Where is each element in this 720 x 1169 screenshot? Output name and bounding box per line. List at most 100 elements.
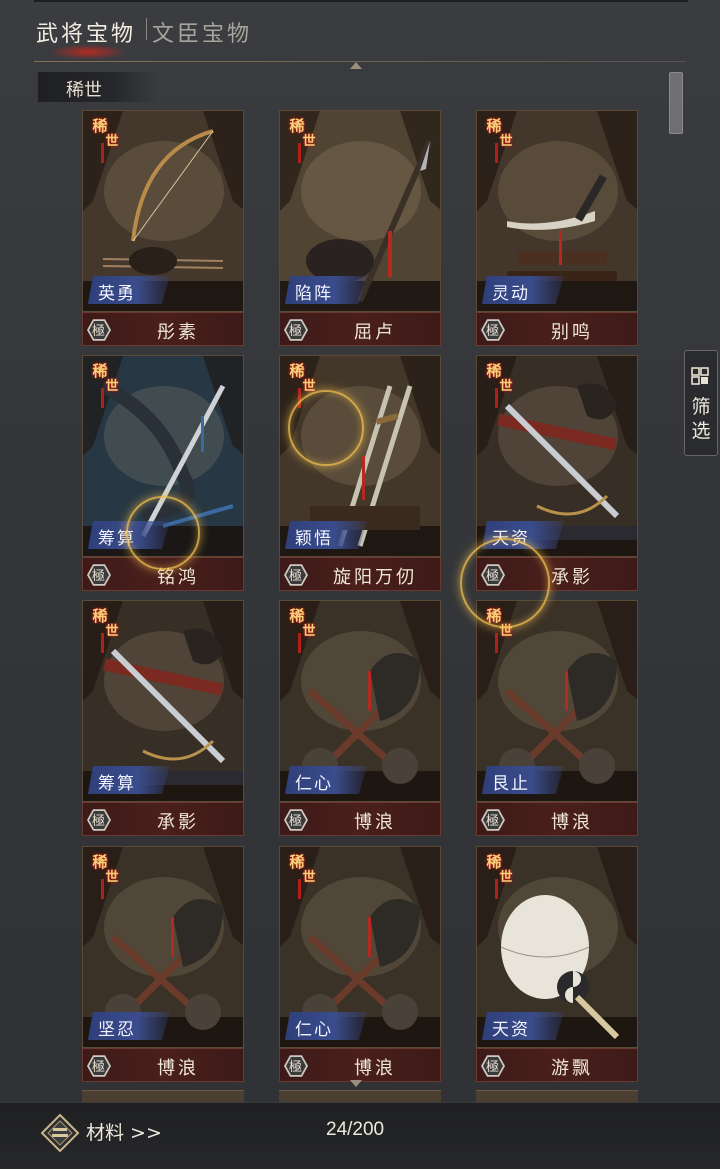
treasure-card[interactable]: 稀世艮止極博浪 xyxy=(476,600,638,836)
name-bar: 極 旋阳万仞 xyxy=(279,557,441,591)
filter-label: 选 xyxy=(691,420,711,442)
tassel-icon xyxy=(298,143,301,163)
grade-badge-icon: 極 xyxy=(87,318,111,342)
tassel-icon xyxy=(495,879,498,899)
trait-tag: 坚忍 xyxy=(88,1012,170,1040)
trait-tag: 筹算 xyxy=(88,766,170,794)
treasure-card[interactable]: 稀世仁心極 博浪 xyxy=(279,600,441,836)
grade-label: 極 xyxy=(486,814,500,829)
grade-label: 極 xyxy=(486,1060,500,1075)
trait-label: 英勇 xyxy=(98,284,136,304)
grade-label: 極 xyxy=(289,324,303,339)
trait-label: 筹算 xyxy=(98,774,136,794)
treasure-name: 铭鸿 xyxy=(157,567,199,588)
name-bar: 極 彤素 xyxy=(82,312,244,346)
glow-ring-icon xyxy=(460,538,550,628)
scrollbar[interactable] xyxy=(669,72,683,134)
scroll-up-caret-icon xyxy=(350,62,362,69)
treasure-name: 博浪 xyxy=(354,812,396,833)
treasure-name: 彤素 xyxy=(157,322,199,343)
grade-label: 極 xyxy=(92,1060,106,1075)
active-tab-indicator xyxy=(48,44,128,60)
trait-tag: 艮止 xyxy=(482,766,564,794)
trait-tag: 陷阵 xyxy=(285,276,367,304)
grade-badge-icon: 極 xyxy=(87,808,111,832)
grade-badge-icon: 極 xyxy=(481,808,505,832)
grade-label: 極 xyxy=(289,569,303,584)
treasure-card[interactable]: 稀世坚忍極 博浪 xyxy=(82,846,244,1082)
name-bar: 極 博浪 xyxy=(279,1048,441,1082)
trait-tag: 仁心 xyxy=(285,1012,367,1040)
glow-ring-icon xyxy=(126,496,200,570)
grade-label: 極 xyxy=(92,324,106,339)
treasure-name: 博浪 xyxy=(354,1058,396,1079)
grade-badge-icon: 極 xyxy=(87,563,111,587)
name-bar: 極 博浪 xyxy=(82,1048,244,1082)
tassel-icon xyxy=(101,143,104,163)
grade-label: 極 xyxy=(92,569,106,584)
treasure-name: 屈卢 xyxy=(354,322,396,343)
treasure-card[interactable]: 稀世仁心極 博浪 xyxy=(279,846,441,1082)
name-bar: 極 游飘 xyxy=(476,1048,638,1082)
rarity-badge: 稀世 xyxy=(282,605,316,653)
tassel-icon xyxy=(101,879,104,899)
treasure-name: 游飘 xyxy=(551,1058,593,1079)
treasure-name: 博浪 xyxy=(551,812,593,833)
name-bar: 極 承影 xyxy=(82,802,244,836)
rarity-badge: 稀世 xyxy=(85,605,119,653)
name-bar: 極 屈卢 xyxy=(279,312,441,346)
rarity-badge: 稀世 xyxy=(85,851,119,899)
treasure-count: 24/200 xyxy=(326,1119,385,1140)
treasure-card[interactable]: 稀世灵动極 别鸣 xyxy=(476,110,638,346)
filter-button[interactable]: 筛 选 xyxy=(684,350,718,456)
grade-label: 極 xyxy=(289,814,303,829)
rarity-badge: 稀世 xyxy=(282,851,316,899)
grade-label: 極 xyxy=(486,324,500,339)
treasure-name: 别鸣 xyxy=(551,322,593,343)
section-header: 稀世 xyxy=(38,72,158,102)
tassel-icon xyxy=(101,388,104,408)
materials-link[interactable]: 材料 >> xyxy=(86,1118,162,1145)
treasure-name: 承影 xyxy=(157,812,199,833)
treasure-card[interactable]: 稀世天资極 游飘 xyxy=(476,846,638,1082)
treasure-card[interactable]: 稀世陷阵極 屈卢 xyxy=(279,110,441,346)
grade-badge-icon: 極 xyxy=(481,1054,505,1078)
rarity-badge: 稀世 xyxy=(85,115,119,163)
section-title: 稀世 xyxy=(66,80,102,101)
trait-tag: 仁心 xyxy=(285,766,367,794)
rarity-badge: 稀世 xyxy=(85,360,119,408)
treasure-card[interactable]: 稀世英勇極 彤素 xyxy=(82,110,244,346)
grade-badge-icon: 極 xyxy=(481,318,505,342)
trait-label: 陷阵 xyxy=(295,284,333,304)
treasure-name: 旋阳万仞 xyxy=(333,567,417,588)
grade-badge-icon: 極 xyxy=(87,1054,111,1078)
trait-label: 颖悟 xyxy=(295,529,333,549)
trait-tag: 天资 xyxy=(482,1012,564,1040)
rarity-badge: 稀世 xyxy=(282,115,316,163)
name-bar: 極 博浪 xyxy=(476,802,638,836)
rarity-badge: 稀世 xyxy=(479,360,513,408)
name-bar: 極 博浪 xyxy=(279,802,441,836)
trait-label: 仁心 xyxy=(295,1020,333,1040)
top-divider xyxy=(34,0,688,2)
trait-label: 灵动 xyxy=(492,284,530,304)
grade-label: 極 xyxy=(289,1060,303,1075)
tab-civil-treasures[interactable]: 文臣宝物 xyxy=(152,16,252,48)
tassel-icon xyxy=(495,388,498,408)
tab-separator xyxy=(146,18,147,40)
top-bar: 武将宝物 文臣宝物 xyxy=(0,0,720,69)
rarity-badge: 稀世 xyxy=(479,851,513,899)
tassel-icon xyxy=(298,633,301,653)
trait-tag: 颖悟 xyxy=(285,521,367,549)
grade-badge-icon: 極 xyxy=(284,318,308,342)
treasure-card[interactable]: 稀世筹算極 承影 xyxy=(82,600,244,836)
glow-ring-icon xyxy=(288,390,364,466)
materials-icon[interactable] xyxy=(40,1113,80,1153)
grade-badge-icon: 極 xyxy=(284,563,308,587)
filter-label: 筛 xyxy=(691,396,711,418)
grade-label: 極 xyxy=(92,814,106,829)
treasure-card[interactable]: 稀世颖悟極旋阳万仞 xyxy=(279,355,441,591)
tassel-icon xyxy=(101,633,104,653)
grid-filter-icon xyxy=(691,367,709,385)
bottom-bar: 材料 >> 24/200 xyxy=(0,1102,720,1169)
